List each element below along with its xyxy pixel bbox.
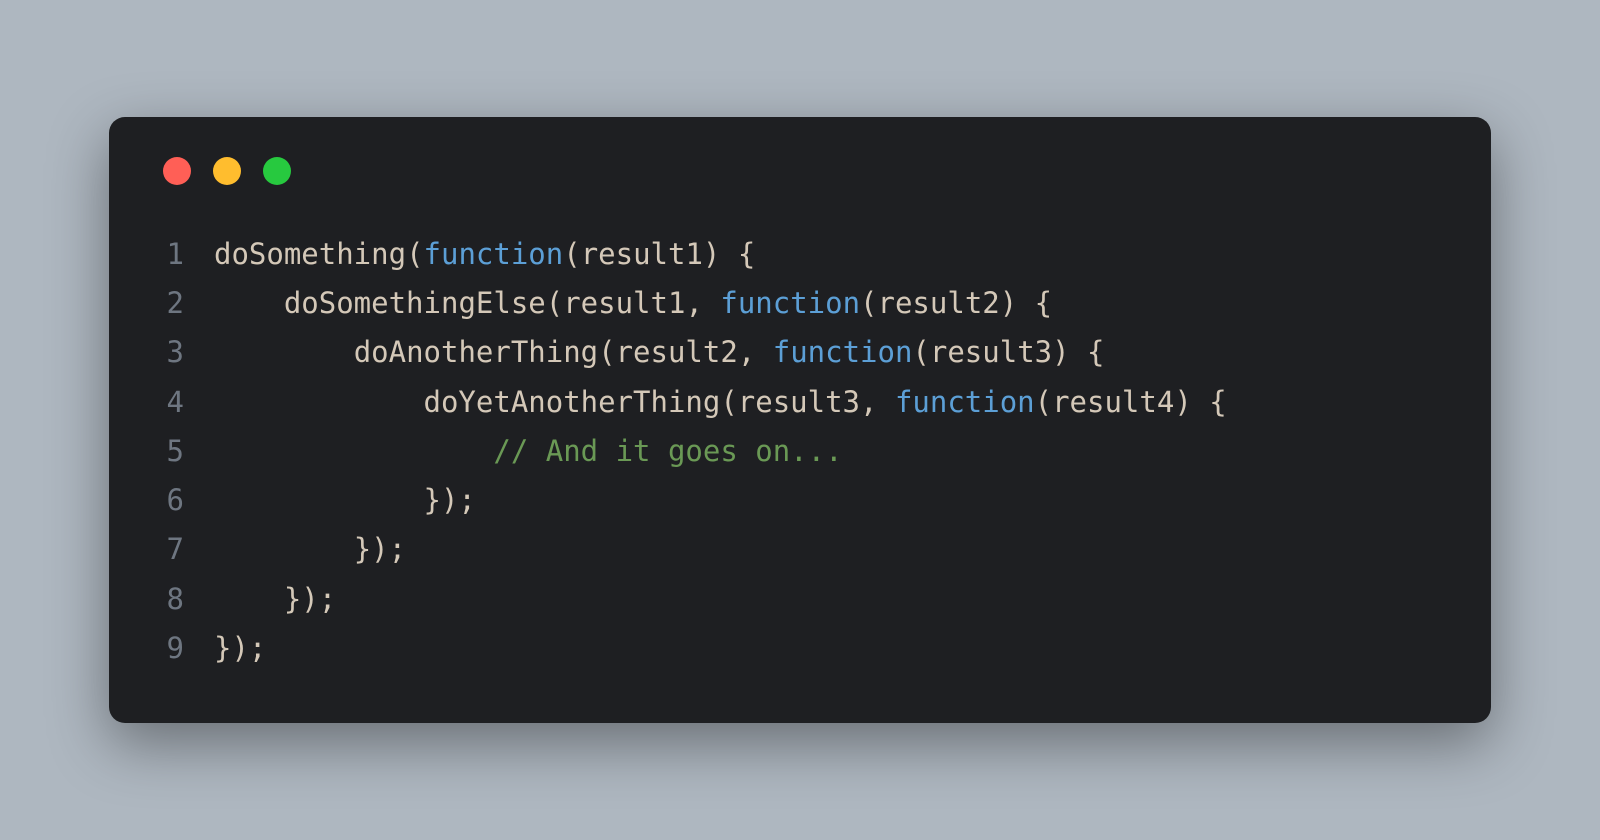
token-punct: ( bbox=[598, 335, 615, 369]
line-number: 3 bbox=[159, 328, 214, 377]
line-number: 4 bbox=[159, 378, 214, 427]
token-punct: ( bbox=[546, 286, 563, 320]
line-content: doYetAnotherThing(result3, function(resu… bbox=[214, 378, 1227, 427]
token-fn: doSomething bbox=[214, 237, 406, 271]
token-param: result2 bbox=[878, 286, 1000, 320]
token-punct: ) { bbox=[1052, 335, 1104, 369]
code-line: 9}); bbox=[159, 624, 1441, 673]
code-line: 4 doYetAnotherThing(result3, function(re… bbox=[159, 378, 1441, 427]
traffic-light-minimize-icon[interactable] bbox=[213, 157, 241, 185]
line-content: doAnotherThing(result2, function(result3… bbox=[214, 328, 1105, 377]
token-param: result4 bbox=[1052, 385, 1174, 419]
token-keyword: function bbox=[720, 286, 860, 320]
traffic-lights bbox=[159, 157, 1441, 185]
token-punct: ( bbox=[1035, 385, 1052, 419]
line-content: }); bbox=[214, 525, 406, 574]
token-punct: }); bbox=[354, 532, 406, 566]
code-line: 8 }); bbox=[159, 575, 1441, 624]
code-line: 7 }); bbox=[159, 525, 1441, 574]
line-number: 7 bbox=[159, 525, 214, 574]
token-punct: ) { bbox=[703, 237, 755, 271]
traffic-light-close-icon[interactable] bbox=[163, 157, 191, 185]
token-fn: doYetAnotherThing bbox=[424, 385, 721, 419]
line-number: 6 bbox=[159, 476, 214, 525]
line-number: 1 bbox=[159, 230, 214, 279]
token-param: result1 bbox=[563, 286, 685, 320]
token-fn: doAnotherThing bbox=[354, 335, 598, 369]
token-punct: }); bbox=[424, 483, 476, 517]
line-content: doSomething(function(result1) { bbox=[214, 230, 755, 279]
token-punct: ( bbox=[563, 237, 580, 271]
line-content: doSomethingElse(result1, function(result… bbox=[214, 279, 1052, 328]
token-param: result3 bbox=[930, 335, 1052, 369]
line-content: // And it goes on... bbox=[214, 427, 843, 476]
token-punct: ) { bbox=[1174, 385, 1226, 419]
code-line: 6 }); bbox=[159, 476, 1441, 525]
token-punct: }); bbox=[284, 582, 336, 616]
line-number: 9 bbox=[159, 624, 214, 673]
code-line: 5 // And it goes on... bbox=[159, 427, 1441, 476]
line-content: }); bbox=[214, 575, 336, 624]
code-editor[interactable]: 1doSomething(function(result1) {2 doSome… bbox=[159, 230, 1441, 674]
token-keyword: function bbox=[424, 237, 564, 271]
line-number: 2 bbox=[159, 279, 214, 328]
token-punct: }); bbox=[214, 631, 266, 665]
token-keyword: function bbox=[895, 385, 1035, 419]
token-punct: ( bbox=[406, 237, 423, 271]
token-punct: , bbox=[685, 286, 720, 320]
token-comment: // And it goes on... bbox=[493, 434, 842, 468]
token-punct: , bbox=[860, 385, 895, 419]
traffic-light-zoom-icon[interactable] bbox=[263, 157, 291, 185]
token-punct: ( bbox=[720, 385, 737, 419]
token-fn: doSomethingElse bbox=[284, 286, 546, 320]
token-param: result3 bbox=[738, 385, 860, 419]
code-line: 2 doSomethingElse(result1, function(resu… bbox=[159, 279, 1441, 328]
token-param: result1 bbox=[581, 237, 703, 271]
code-line: 1doSomething(function(result1) { bbox=[159, 230, 1441, 279]
code-line: 3 doAnotherThing(result2, function(resul… bbox=[159, 328, 1441, 377]
token-param: result2 bbox=[616, 335, 738, 369]
token-keyword: function bbox=[773, 335, 913, 369]
token-punct: ) { bbox=[1000, 286, 1052, 320]
line-content: }); bbox=[214, 476, 476, 525]
line-number: 8 bbox=[159, 575, 214, 624]
line-number: 5 bbox=[159, 427, 214, 476]
token-punct: , bbox=[738, 335, 773, 369]
line-content: }); bbox=[214, 624, 266, 673]
code-window: 1doSomething(function(result1) {2 doSome… bbox=[109, 117, 1491, 724]
token-punct: ( bbox=[860, 286, 877, 320]
token-punct: ( bbox=[912, 335, 929, 369]
